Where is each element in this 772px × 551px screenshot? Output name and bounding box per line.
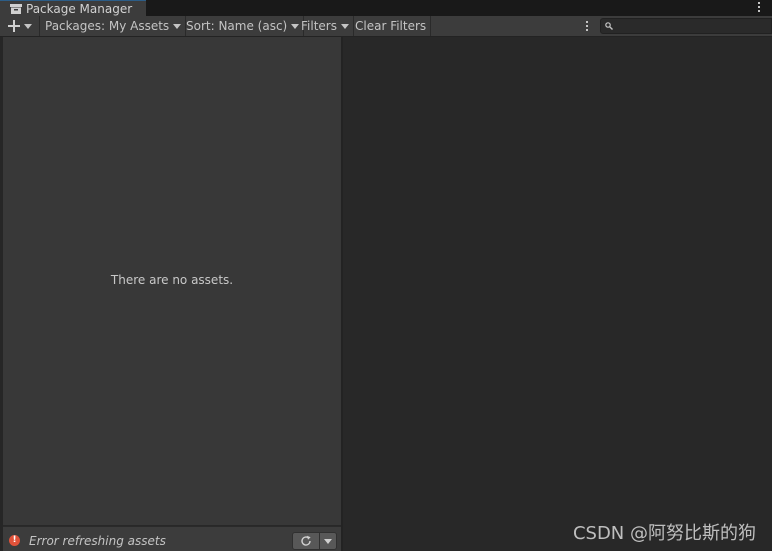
packages-dropdown-label: Packages: My Assets bbox=[45, 19, 170, 33]
chevron-down-icon bbox=[324, 538, 332, 544]
add-package-button[interactable] bbox=[4, 16, 40, 36]
toolbar: Packages: My Assets Sort: Name (asc) Fil… bbox=[0, 16, 772, 37]
refresh-options-dropdown[interactable] bbox=[320, 532, 337, 550]
details-panel bbox=[343, 37, 772, 551]
refresh-button[interactable] bbox=[292, 532, 320, 550]
chevron-down-icon bbox=[24, 23, 32, 29]
status-message: Error refreshing assets bbox=[29, 534, 166, 548]
tab-package-manager[interactable]: Package Manager bbox=[0, 0, 146, 16]
sort-dropdown-label: Sort: Name (asc) bbox=[186, 19, 288, 33]
watermark: CSDN @阿努比斯的狗 bbox=[572, 523, 756, 544]
filters-dropdown-label: Filters bbox=[301, 19, 337, 33]
search-icon bbox=[605, 22, 613, 30]
tab-strip: Package Manager bbox=[0, 0, 772, 16]
chevron-down-icon bbox=[340, 23, 349, 29]
clear-filters-button[interactable]: Clear Filters bbox=[351, 16, 432, 36]
window-menu-icon[interactable] bbox=[755, 0, 763, 14]
toolbar-menu-icon[interactable] bbox=[583, 19, 591, 33]
sort-dropdown[interactable]: Sort: Name (asc) bbox=[182, 16, 305, 36]
filters-dropdown[interactable]: Filters bbox=[297, 16, 354, 36]
chevron-down-icon bbox=[173, 23, 182, 29]
refresh-icon bbox=[301, 535, 311, 546]
tab-title: Package Manager bbox=[26, 1, 133, 16]
status-bar: ! Error refreshing assets bbox=[3, 526, 341, 551]
empty-list-message: There are no assets. bbox=[110, 273, 234, 287]
error-icon: ! bbox=[9, 535, 20, 546]
packages-dropdown[interactable]: Packages: My Assets bbox=[41, 16, 187, 36]
clear-filters-label: Clear Filters bbox=[355, 19, 427, 33]
search-input[interactable] bbox=[600, 18, 772, 34]
package-icon bbox=[10, 3, 22, 14]
package-manager-window: Package Manager Packages: My Assets Sort… bbox=[0, 0, 772, 551]
plus-icon bbox=[8, 20, 20, 32]
package-list[interactable]: There are no assets. bbox=[3, 37, 341, 525]
